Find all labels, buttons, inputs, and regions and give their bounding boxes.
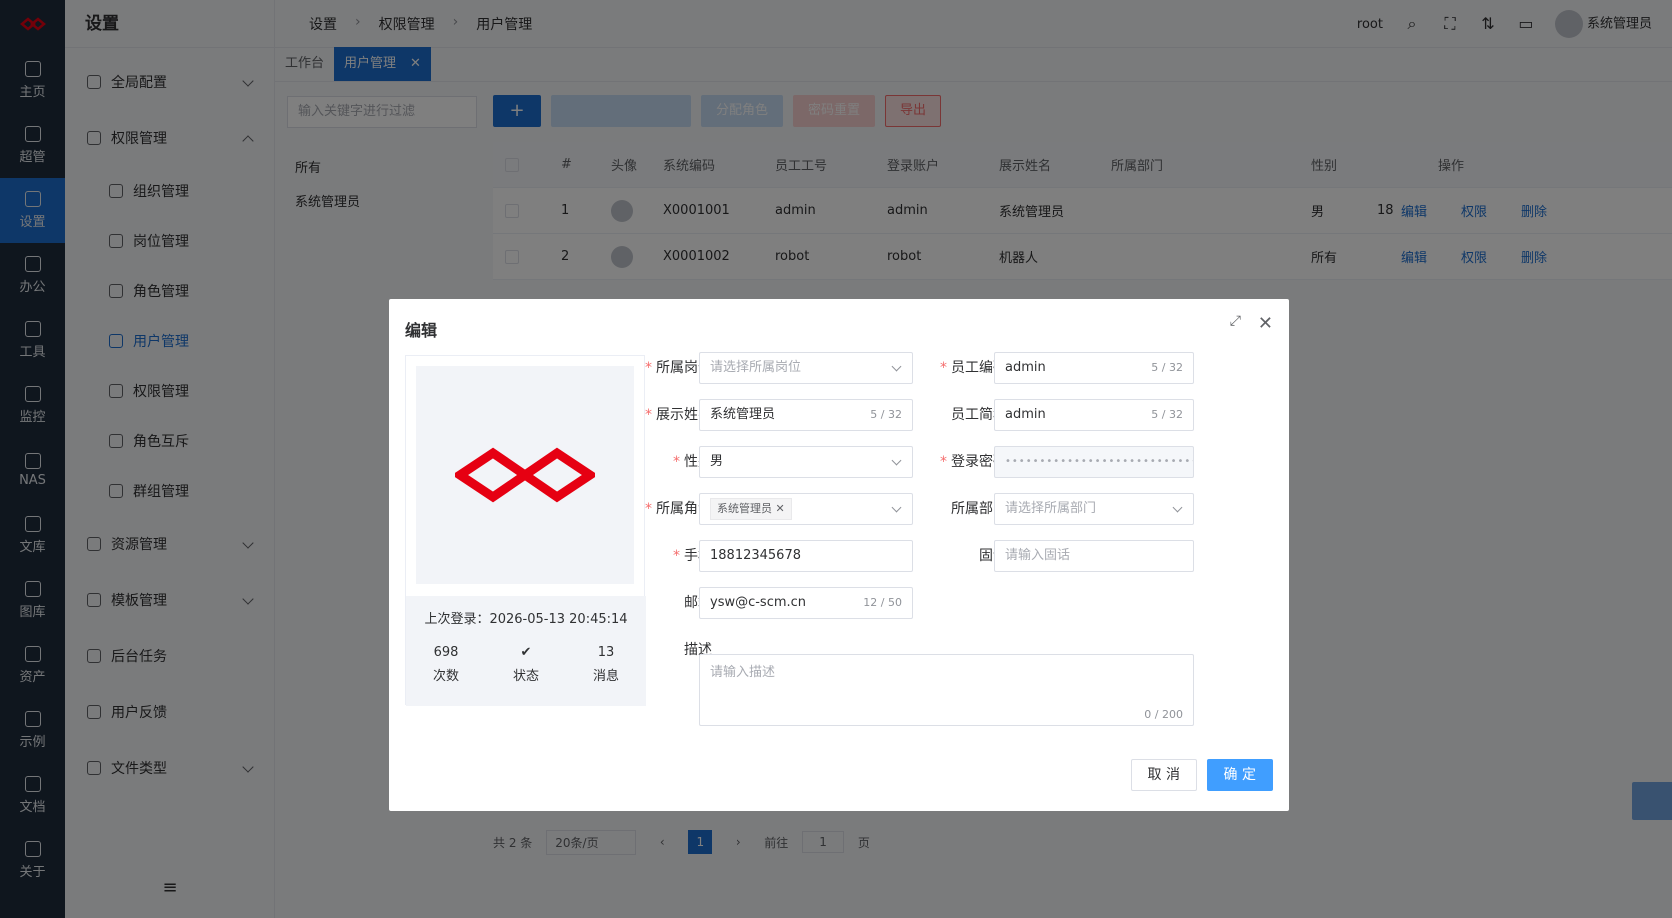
short-name-input[interactable]: admin 5 / 32 xyxy=(994,399,1194,431)
gender-select[interactable]: 男 xyxy=(699,446,913,478)
chevron-down-icon xyxy=(891,361,902,372)
last-login-label: 上次登录： xyxy=(424,612,490,627)
display-name-input[interactable]: 系统管理员 5 / 32 xyxy=(699,399,913,431)
chevron-down-icon xyxy=(1172,502,1183,513)
dialog-title: 编辑 xyxy=(405,321,438,340)
last-login-value: 2026-05-13 20:45:14 xyxy=(489,612,628,627)
phone-input[interactable]: 18812345678 xyxy=(699,540,913,572)
stat-status: ✔ 状态 xyxy=(513,641,539,689)
avatar-image[interactable] xyxy=(416,366,634,584)
post-select[interactable]: 请选择所属岗位 xyxy=(699,352,913,384)
stat-messages: 13 消息 xyxy=(592,645,619,684)
profile-card: 上次登录：2026-05-13 20:45:14 698 次数 ✔ 状态 13 消息 xyxy=(405,355,646,706)
emp-code-input[interactable]: admin 5 / 32 xyxy=(994,352,1194,384)
brand-logo-icon xyxy=(455,447,595,503)
role-tag: 系统管理员 ✕ xyxy=(710,498,792,520)
check-circle-icon: ✔ xyxy=(520,645,532,660)
maximize-icon[interactable]: ⤢ xyxy=(1230,313,1241,329)
close-icon[interactable]: ✕ xyxy=(1258,313,1273,334)
stat-count: 698 次数 xyxy=(432,645,459,684)
close-icon: ✕ xyxy=(775,502,785,515)
chevron-down-icon xyxy=(891,502,902,513)
chevron-down-icon xyxy=(891,455,902,466)
dept-select[interactable]: 请选择所属部门 xyxy=(994,493,1194,525)
login-stats: 上次登录：2026-05-13 20:45:14 698 次数 ✔ 状态 13 消息 xyxy=(406,596,646,706)
password-input: •••••••••••••••••••••••••••••••••••••••• xyxy=(994,446,1194,478)
email-input[interactable]: ysw@c-scm.cn 12 / 50 xyxy=(699,587,913,619)
cancel-button[interactable]: 取 消 xyxy=(1130,759,1197,791)
edit-user-dialog: 编辑 ⤢ ✕ 上次登录：2026-05-13 20:45:14 698 次数 ✔ 状… xyxy=(389,299,1289,811)
role-select[interactable]: 系统管理员 ✕ xyxy=(699,493,913,525)
tel-input[interactable]: 请输入固话 xyxy=(994,540,1194,572)
confirm-button[interactable]: 确 定 xyxy=(1206,759,1273,791)
desc-textarea[interactable]: 请输入描述 0 / 200 xyxy=(699,654,1194,726)
